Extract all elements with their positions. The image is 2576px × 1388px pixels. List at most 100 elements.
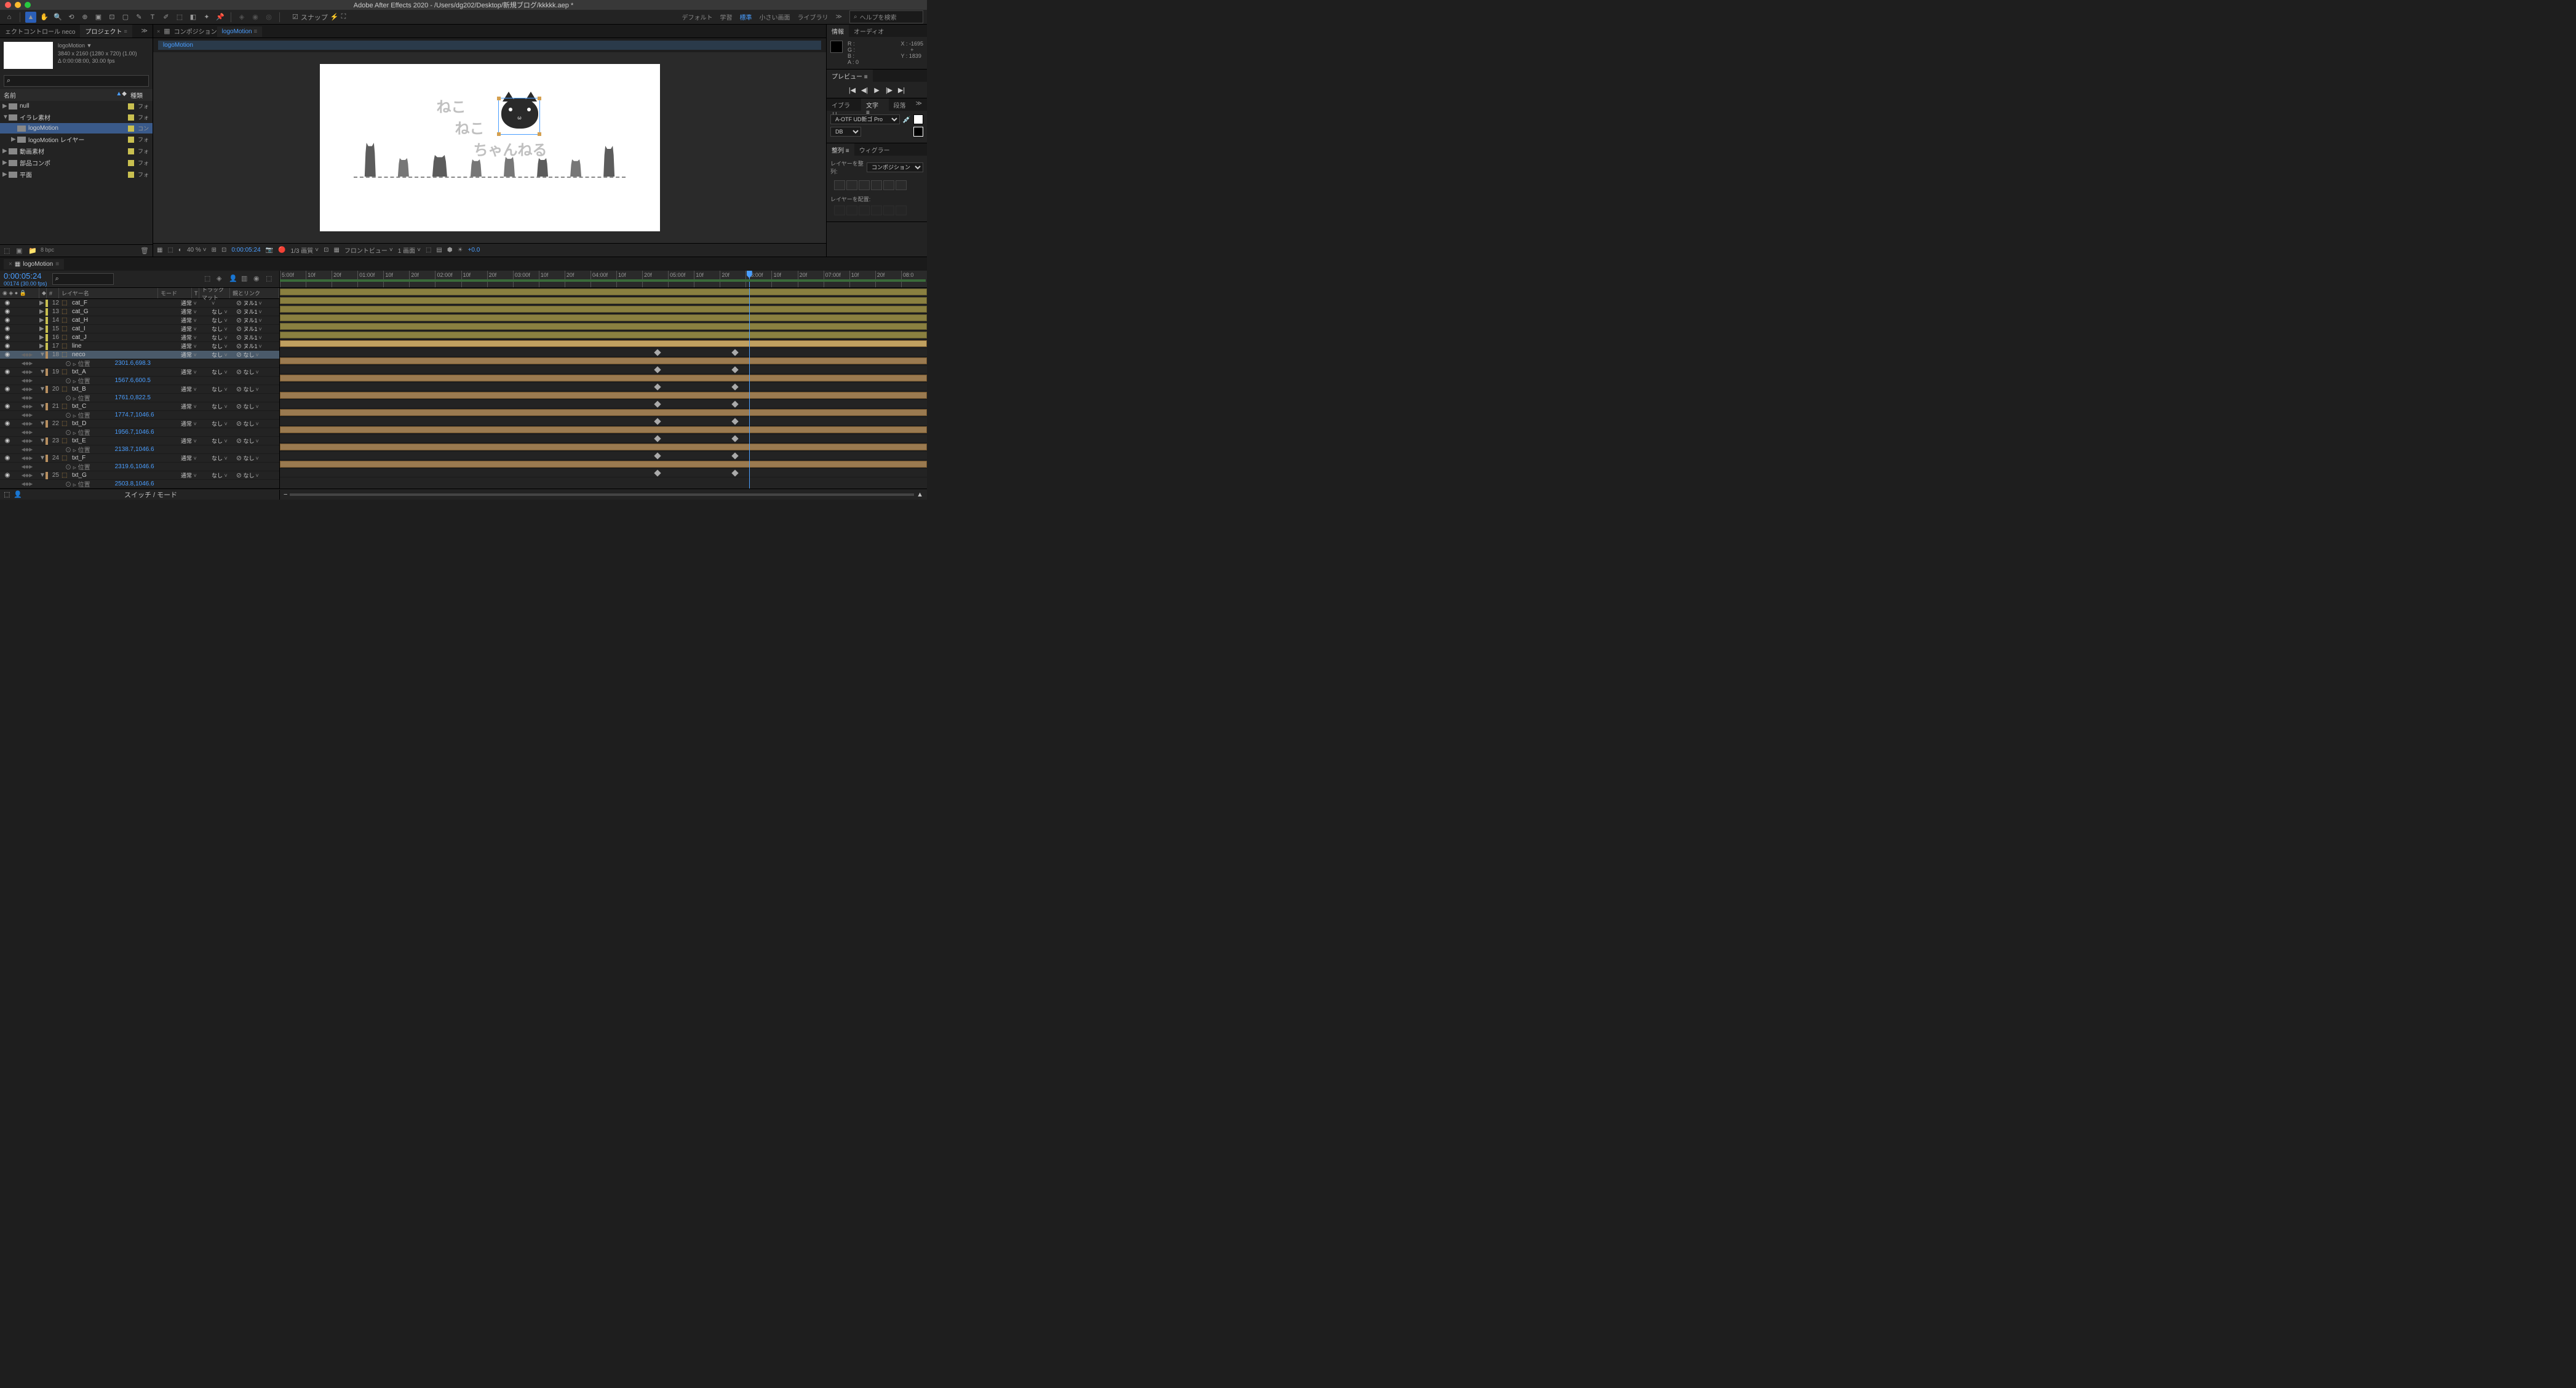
property-row[interactable]: ◀◆▶⊙ ▹ 位置2503.8,1046.6 xyxy=(0,480,279,489)
layer-row[interactable]: ◉▶14⬚cat_H通常 ˅なし ˅⊘ ヌル1 ˅ xyxy=(0,316,279,325)
puppet-tool[interactable]: 📌 xyxy=(215,12,226,23)
eraser-tool[interactable]: ◧ xyxy=(188,12,199,23)
layer-row[interactable]: ◉▶17⬚line通常 ˅なし ˅⊘ ヌル1 ˅ xyxy=(0,342,279,351)
property-row[interactable]: ◀◆▶⊙ ▹ 位置2319.6,1046.6 xyxy=(0,463,279,471)
property-row[interactable]: ◀◆▶⊙ ▹ 位置1956.7,1046.6 xyxy=(0,428,279,437)
clone-tool[interactable]: ⬚ xyxy=(174,12,185,23)
workspace-small[interactable]: 小さい画面 xyxy=(760,12,790,22)
quality-dropdown[interactable]: 1/3 画質 ˅ xyxy=(291,245,319,255)
property-row[interactable]: ◀◆▶⊙ ▹ 位置2138.7,1046.6 xyxy=(0,445,279,454)
zoom-in-button[interactable]: ▲ xyxy=(916,491,923,498)
track-row[interactable] xyxy=(280,426,927,434)
workspace-standard[interactable]: 標準 xyxy=(740,12,752,22)
mode-icon[interactable]: ◈ xyxy=(236,12,247,23)
delete-button[interactable]: 🗑 xyxy=(140,247,149,255)
track-row[interactable] xyxy=(280,331,927,340)
next-frame-button[interactable]: |▶ xyxy=(885,86,894,94)
layer-row[interactable]: ◉◀◆▶▼19⬚txt_A通常 ˅なし ˅⊘ なし ˅ xyxy=(0,368,279,377)
dist-button[interactable] xyxy=(883,205,894,215)
guides-button[interactable]: ⊡ xyxy=(221,247,226,253)
close-window-button[interactable] xyxy=(5,2,11,8)
pen-tool[interactable]: ✎ xyxy=(133,12,145,23)
wiggler-tab[interactable]: ウィグラー xyxy=(854,143,895,156)
property-row[interactable]: ◀◆▶⊙ ▹ 位置1567.6,600.5 xyxy=(0,377,279,385)
property-track[interactable] xyxy=(280,452,927,460)
flowchart-button[interactable]: ⬢ xyxy=(447,247,453,253)
workspace-library[interactable]: ライブラリ xyxy=(798,12,829,22)
playhead-line[interactable] xyxy=(749,288,750,489)
comp-tab-close[interactable]: × xyxy=(157,28,160,34)
current-time[interactable]: 0:00:05:24 xyxy=(231,247,260,253)
roi-button[interactable]: ⊡ xyxy=(324,247,328,253)
comp-thumbnail[interactable] xyxy=(4,42,53,69)
track-row[interactable] xyxy=(280,314,927,322)
snapshot-button[interactable]: 📷 xyxy=(266,247,273,253)
property-row[interactable]: ◀◆▶⊙ ▹ 位置1774.7,1046.6 xyxy=(0,411,279,420)
anchor-tool[interactable]: ⊡ xyxy=(106,12,117,23)
property-row[interactable]: ◀◆▶⊙ ▹ 位置2301.6,698.3 xyxy=(0,359,279,368)
timeline-timecode[interactable]: 0:00:05:24 xyxy=(4,271,47,281)
play-button[interactable]: ▶ xyxy=(872,86,882,94)
workspace-learn[interactable]: 学習 xyxy=(720,12,733,22)
transparency-button[interactable]: ▦ xyxy=(333,247,339,253)
preview-tab[interactable]: プレビュー ≡ xyxy=(827,70,873,82)
comp-breadcrumb[interactable]: logoMotion xyxy=(158,41,821,50)
project-item[interactable]: ▼イラレ素材フォ xyxy=(0,111,153,123)
brush-tool[interactable]: ✐ xyxy=(161,12,172,23)
last-frame-button[interactable]: ▶| xyxy=(897,86,907,94)
align-bottom-button[interactable] xyxy=(896,180,907,190)
paragraph-tab[interactable]: 段落 xyxy=(889,98,911,111)
col-name[interactable]: 名前 xyxy=(4,90,116,100)
res-button[interactable]: ⬚ xyxy=(167,247,173,253)
new-comp-button[interactable]: ▣ xyxy=(16,247,25,255)
col-type[interactable]: 種類 xyxy=(130,90,149,100)
project-item[interactable]: ▶nullフォ xyxy=(0,101,153,111)
font-style-dropdown[interactable]: DB xyxy=(830,127,861,137)
maximize-window-button[interactable] xyxy=(25,2,31,8)
track-row[interactable] xyxy=(280,357,927,365)
timeline-button[interactable]: ▤ xyxy=(436,247,442,253)
project-item[interactable]: ▶部品コンポフォ xyxy=(0,157,153,169)
project-item[interactable]: ▶logoMotion レイヤーフォ xyxy=(0,134,153,145)
property-track[interactable] xyxy=(280,417,927,426)
info-tab[interactable]: 情報 xyxy=(827,25,849,37)
zoom-slider[interactable] xyxy=(290,493,914,496)
layer-row[interactable]: ◉◀◆▶▼22⬚txt_D通常 ˅なし ˅⊘ なし ˅ xyxy=(0,420,279,428)
grid-button[interactable]: ⊞ xyxy=(212,247,217,253)
motion-blur-button[interactable]: ◉ xyxy=(253,274,263,284)
col-tag-icon[interactable]: ◆ xyxy=(122,90,127,100)
project-list[interactable]: ▶nullフォ▼イラレ素材フォlogoMotionコン▶logoMotion レ… xyxy=(0,101,153,244)
camera-tool[interactable]: ▣ xyxy=(93,12,104,23)
prev-frame-button[interactable]: ◀| xyxy=(860,86,870,94)
mode-icon[interactable]: ◉ xyxy=(250,12,261,23)
track-row[interactable] xyxy=(280,409,927,417)
hand-tool[interactable]: ✋ xyxy=(39,12,50,23)
layer-row[interactable]: ◉▶13⬚cat_G通常 ˅なし ˅⊘ ヌル1 ˅ xyxy=(0,308,279,316)
selection-bounds[interactable] xyxy=(498,98,540,135)
minimize-window-button[interactable] xyxy=(15,2,21,8)
work-area[interactable] xyxy=(280,279,926,282)
fill-color[interactable] xyxy=(913,114,923,124)
composition-viewer[interactable]: ねこ ねこ ちゃんねる ω xyxy=(153,52,826,243)
align-tab[interactable]: 整列 ≡ xyxy=(827,143,854,156)
zoom-tool[interactable]: 🔍 xyxy=(52,12,63,23)
selection-tool[interactable]: ▲ xyxy=(25,12,36,23)
reset-exposure-button[interactable]: ☀ xyxy=(458,247,463,253)
dist-button[interactable] xyxy=(859,205,870,215)
layer-row[interactable]: ◉▶16⬚cat_J通常 ˅なし ˅⊘ ヌル1 ˅ xyxy=(0,333,279,342)
mode-icon[interactable]: ◎ xyxy=(263,12,274,23)
bpc-button[interactable]: 8 bpc xyxy=(41,247,54,255)
project-item[interactable]: ▶動画素材フォ xyxy=(0,145,153,157)
property-track[interactable] xyxy=(280,365,927,374)
stroke-color[interactable] xyxy=(913,127,923,137)
property-track[interactable] xyxy=(280,383,927,391)
layer-row[interactable]: ◉◀◆▶▼21⬚txt_C通常 ˅なし ˅⊘ なし ˅ xyxy=(0,402,279,411)
orbit-tool[interactable]: ⟲ xyxy=(66,12,77,23)
property-track[interactable] xyxy=(280,348,927,357)
layer-row[interactable]: ◉◀◆▶▼18⬚neco通常 ˅なし ˅⊘ なし ˅ xyxy=(0,351,279,359)
align-target-dropdown[interactable]: コンポジション xyxy=(867,162,923,172)
track-row[interactable] xyxy=(280,374,927,383)
first-frame-button[interactable]: |◀ xyxy=(848,86,857,94)
switches-modes-label[interactable]: スイッチ / モード xyxy=(124,490,177,500)
align-left-button[interactable] xyxy=(834,180,845,190)
